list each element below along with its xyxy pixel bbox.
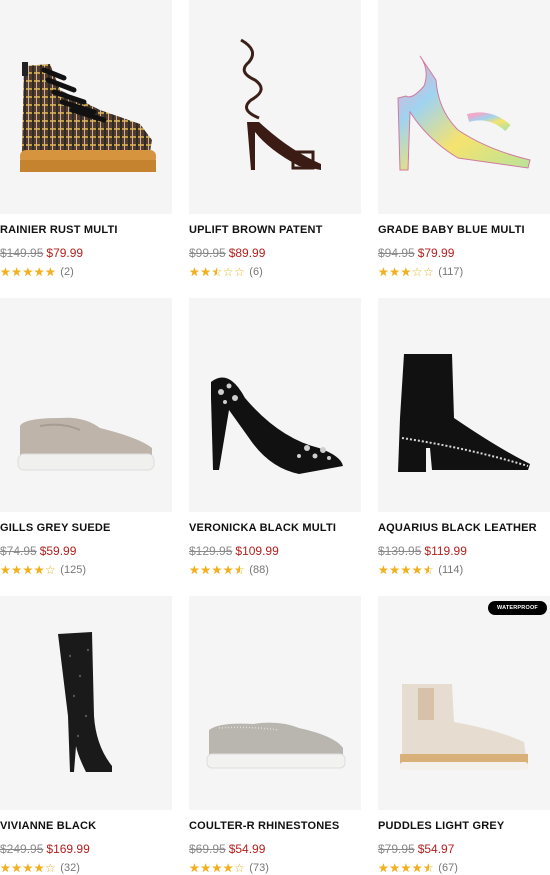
rating: ☆☆☆☆☆ ★★★★★ (2)	[0, 266, 172, 278]
star-rating: ☆☆☆☆☆★★★★★	[378, 265, 435, 279]
star-rating: ☆☆☆☆☆★★★★★	[0, 861, 57, 875]
product-name[interactable]: RAINIER RUST MULTI	[0, 224, 172, 236]
product-card[interactable]: VIVIANNE BLACK $249.95$169.99 ☆☆☆☆☆★★★★★…	[0, 596, 172, 874]
rating: ☆☆☆☆☆★★★★★ (125)	[0, 564, 172, 576]
lace-up-heel-sandal-image	[240, 38, 321, 170]
plaid-hiking-boot-image	[20, 62, 156, 172]
embellished-pump-image	[211, 377, 343, 474]
original-price: $249.95	[0, 842, 44, 856]
star-rating: ☆☆☆☆☆★★★★★	[378, 861, 435, 875]
original-price: $139.95	[378, 544, 422, 558]
review-count[interactable]: (67)	[438, 862, 458, 874]
price: $249.95 $169.99	[0, 842, 172, 856]
product-image[interactable]	[0, 596, 172, 810]
sale-price: $54.97	[417, 842, 455, 856]
sale-price: $169.99	[46, 842, 90, 856]
star-rating: ☆☆☆☆☆★★★★★	[189, 563, 246, 577]
review-count[interactable]: (2)	[60, 266, 73, 278]
multicolor-strappy-heel-image	[397, 55, 531, 171]
product-name[interactable]: GILLS GREY SUEDE	[0, 522, 172, 534]
product-card[interactable]: GRADE BABY BLUE MULTI $94.95 $79.99 ☆☆☆☆☆…	[378, 0, 550, 278]
original-price: $69.95	[189, 842, 226, 856]
product-image[interactable]	[189, 596, 361, 810]
rating: ☆☆☆☆☆★★★★★ (114)	[378, 564, 550, 576]
waterproof-badge: WATERPROOF	[487, 601, 547, 615]
price: $69.95 $54.99	[189, 842, 361, 856]
product-name[interactable]: VIVIANNE BLACK	[0, 820, 172, 832]
product-name[interactable]: PUDDLES LIGHT GREY	[378, 820, 550, 832]
rating: ☆☆☆☆☆★★★★★ (117)	[378, 266, 550, 278]
original-price: $79.95	[378, 842, 415, 856]
sale-price: $119.99	[424, 544, 467, 558]
product-image[interactable]	[189, 0, 361, 214]
price: $94.95 $79.99	[378, 246, 550, 260]
review-count[interactable]: (88)	[249, 564, 269, 576]
slip-on-sneaker-image	[17, 417, 155, 471]
product-card[interactable]: AQUARIUS BLACK LEATHER $139.95 $119.99 ☆☆…	[378, 298, 550, 576]
price: $139.95 $119.99	[378, 544, 550, 558]
product-image[interactable]	[378, 298, 550, 512]
original-price: $94.95	[378, 246, 415, 260]
sale-price: $54.99	[228, 842, 266, 856]
sale-price: $59.99	[39, 544, 77, 558]
product-card[interactable]: UPLIFT BROWN PATENT $99.95 $89.99 ☆☆☆☆☆ ★★…	[189, 0, 361, 278]
product-card[interactable]: RAINIER RUST MULTI $149.95 $79.99 ☆☆☆☆☆ ★★…	[0, 0, 172, 278]
product-name[interactable]: GRADE BABY BLUE MULTI	[378, 224, 550, 236]
original-price: $129.95	[189, 544, 233, 558]
star-rating: ☆☆☆☆☆★★★★★	[0, 563, 57, 577]
rating: ☆☆☆☆☆★★★★★ (73)	[189, 862, 361, 874]
star-rating: ☆☆☆☆☆★★★★★	[189, 861, 246, 875]
price: $149.95 $79.99	[0, 246, 172, 260]
review-count[interactable]: (114)	[438, 564, 463, 576]
rating: ☆☆☆☆☆★★★★★ (88)	[189, 564, 361, 576]
product-card[interactable]: WATERPROOF PUDDLES LIGHT GREY $79.95 $54.…	[378, 596, 550, 874]
price: $74.95 $59.99	[0, 544, 172, 558]
chelsea-rain-boot-image	[400, 684, 528, 770]
product-image[interactable]	[189, 298, 361, 512]
review-count[interactable]: (6)	[249, 266, 262, 278]
studded-ankle-bootie-image	[398, 354, 530, 472]
product-name[interactable]: UPLIFT BROWN PATENT	[189, 224, 361, 236]
star-rating: ☆☆☆☆☆★★★★★	[189, 265, 246, 279]
product-grid: RAINIER RUST MULTI $149.95 $79.99 ☆☆☆☆☆ ★★…	[0, 0, 550, 875]
rating: ☆☆☆☆☆★★★★★ (32)	[0, 862, 172, 874]
product-card[interactable]: GILLS GREY SUEDE $74.95$59.99 ☆☆☆☆☆★★★★★…	[0, 298, 172, 576]
product-name[interactable]: VERONICKA BLACK MULTI	[189, 522, 361, 534]
sale-price: $79.99	[417, 246, 455, 260]
sale-price: $109.99	[235, 544, 279, 558]
sale-price: $89.99	[228, 246, 266, 260]
product-image[interactable]: WATERPROOF	[378, 596, 550, 810]
rhinestone-slip-on-image	[206, 722, 346, 769]
review-count[interactable]: (73)	[249, 862, 269, 874]
product-name[interactable]: AQUARIUS BLACK LEATHER	[378, 522, 550, 534]
product-card[interactable]: VERONICKA BLACK MULTI $129.95 $109.99 ☆☆☆…	[189, 298, 361, 576]
star-rating: ☆☆☆☆☆★★★★★	[378, 563, 435, 577]
original-price: $74.95	[0, 544, 37, 558]
review-count[interactable]: (32)	[60, 862, 80, 874]
product-name[interactable]: COULTER-R RHINESTONES	[189, 820, 361, 832]
original-price: $149.95	[0, 246, 44, 260]
review-count[interactable]: (117)	[438, 266, 463, 278]
original-price: $99.95	[189, 246, 226, 260]
price: $99.95 $89.99	[189, 246, 361, 260]
product-image[interactable]	[0, 298, 172, 512]
over-knee-boot-image	[58, 632, 112, 772]
rating: ☆☆☆☆☆★★★★★ (6)	[189, 266, 361, 278]
product-image[interactable]	[378, 0, 550, 214]
review-count[interactable]: (125)	[60, 564, 86, 576]
price: $129.95 $109.99	[189, 544, 361, 558]
price: $79.95 $54.97	[378, 842, 550, 856]
sale-price: $79.99	[46, 246, 84, 260]
rating: ☆☆☆☆☆★★★★★ (67)	[378, 862, 550, 874]
product-card[interactable]: COULTER-R RHINESTONES $69.95 $54.99 ☆☆☆☆☆…	[189, 596, 361, 874]
product-image[interactable]	[0, 0, 172, 214]
star-rating: ☆☆☆☆☆★★★★★	[0, 265, 57, 279]
